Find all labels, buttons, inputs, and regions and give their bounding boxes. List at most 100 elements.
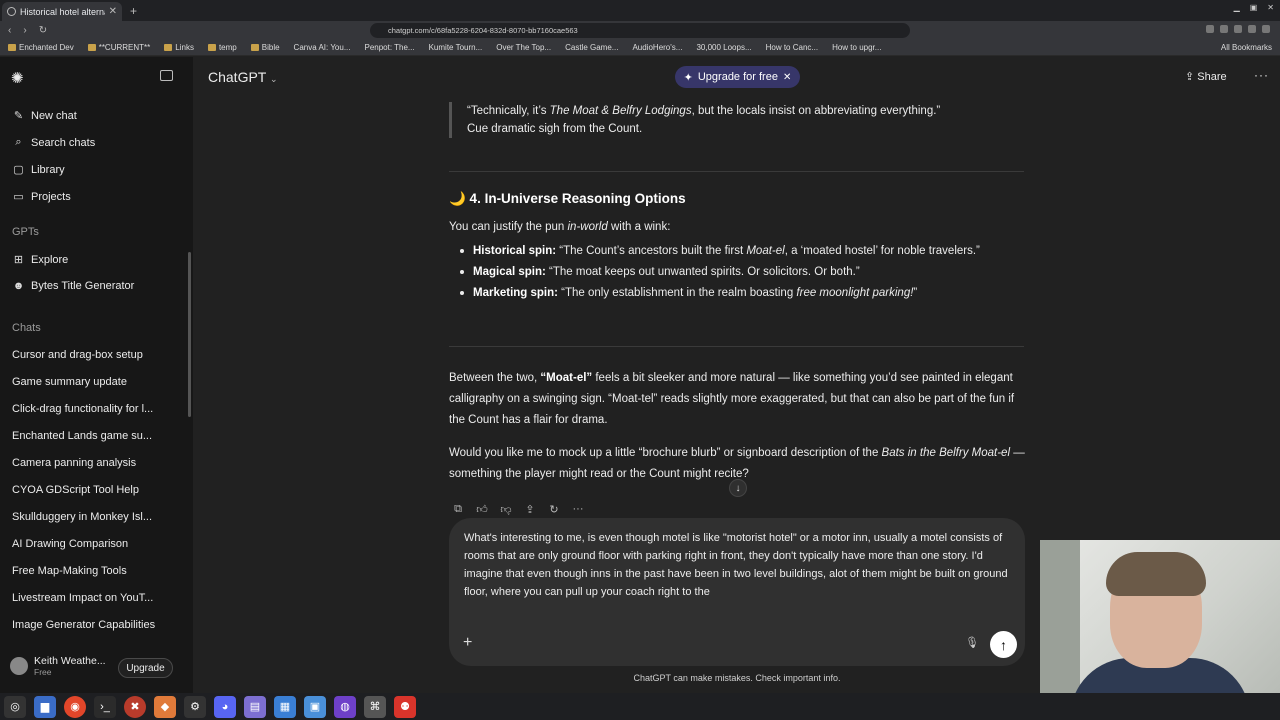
bookmark[interactable]: 30,000 Loops... <box>696 43 751 52</box>
bookmark[interactable]: AudioHero's... <box>632 43 682 52</box>
window-controls: ▁ ▣ ✕ <box>1234 3 1274 12</box>
code-editor-icon[interactable]: ⌘ <box>364 695 386 718</box>
library-icon: ▢ <box>13 164 24 176</box>
user-menu[interactable]: Keith Weathe... Free <box>10 655 106 677</box>
new-chat-icon: ✎ <box>13 110 24 122</box>
chat-history-item[interactable]: Game summary update <box>12 376 172 388</box>
message-composer[interactable]: What's interesting to me, is even though… <box>449 518 1025 666</box>
all-bookmarks[interactable]: All Bookmarks <box>1221 43 1272 52</box>
list-item: Marketing spin: “The only establishment … <box>460 283 1003 304</box>
share-icon[interactable]: ⇪ <box>523 503 537 516</box>
more-options-icon[interactable]: ··· <box>1254 68 1269 82</box>
browser-icon[interactable]: ◉ <box>64 695 86 718</box>
list-item: Historical spin: “The Count’s ancestors … <box>460 241 1003 262</box>
bookmark[interactable]: Canva AI: You... <box>294 43 351 52</box>
chat-history-item[interactable]: Click-drag functionality for l... <box>12 403 172 415</box>
discord-icon[interactable]: ◕ <box>214 695 236 718</box>
sidebar-item-bytes-title-generator[interactable]: ☻ Bytes Title Generator <box>12 280 135 292</box>
bookmark[interactable]: Bible <box>250 43 280 52</box>
sidebar-item-search-chats[interactable]: ⌕ Search chats <box>12 136 95 149</box>
microphone-icon[interactable]: 🎙︎ <box>965 636 979 649</box>
game-engine-icon[interactable]: ⚉ <box>394 695 416 718</box>
chatgpt-favicon-icon <box>7 7 16 16</box>
gpt-avatar-icon: ☻ <box>12 280 25 292</box>
maximize-icon[interactable]: ▣ <box>1250 3 1258 12</box>
bookmark[interactable]: temp <box>207 43 237 52</box>
sidebar-scrollbar[interactable] <box>188 252 191 417</box>
extension-icon[interactable] <box>1248 25 1256 33</box>
bookmark[interactable]: Links <box>164 43 194 52</box>
model-selector[interactable]: ChatGPT ⌄ <box>208 69 278 85</box>
disclaimer: ChatGPT can make mistakes. Check importa… <box>633 673 841 683</box>
thumbs-up-icon[interactable]: 👍︎ <box>475 503 489 516</box>
browser-toolbar: ‹ › ↻ chatgpt.com/c/68fa5228-6204-832d-8… <box>0 21 1280 40</box>
close-window-icon[interactable]: ✕ <box>1267 3 1274 12</box>
chat-history-item[interactable]: Enchanted Lands game su... <box>12 430 172 442</box>
browser-tab[interactable]: Historical hotel alterna ✕ <box>2 2 122 21</box>
document-icon[interactable]: ▦ <box>274 695 296 718</box>
chat-history-item[interactable]: Cursor and drag-box setup <box>12 349 172 361</box>
bookmark[interactable]: Penpot: The... <box>364 43 414 52</box>
divider <box>449 171 1024 172</box>
bookmark[interactable]: Kumite Tourn... <box>429 43 483 52</box>
close-tab-icon[interactable]: ✕ <box>109 6 117 17</box>
regenerate-icon[interactable]: ↻ <box>547 503 561 516</box>
terminal-icon[interactable]: ›_ <box>94 695 116 718</box>
more-icon[interactable]: ··· <box>571 503 585 516</box>
back-icon[interactable]: ‹ <box>8 25 11 36</box>
scroll-to-bottom-button[interactable]: ↓ <box>729 479 747 497</box>
sidebar-item-explore[interactable]: ⊞ Explore <box>12 253 68 267</box>
bookmark[interactable]: **CURRENT** <box>87 43 150 52</box>
bookmark[interactable]: How to Canc... <box>766 43 818 52</box>
chat-history-item[interactable]: Livestream Impact on YouT... <box>12 592 172 604</box>
bookmark[interactable]: Over The Top... <box>496 43 551 52</box>
sidebar-item-library[interactable]: ▢ Library <box>12 163 64 177</box>
upgrade-for-free-pill[interactable]: ✦ Upgrade for free ✕ <box>675 66 800 88</box>
file-manager-icon[interactable]: ▆ <box>34 695 56 718</box>
grid-icon: ⊞ <box>13 254 24 266</box>
extension-icon[interactable] <box>1234 25 1242 33</box>
add-attachment-icon[interactable]: + <box>463 634 472 652</box>
send-button[interactable]: ↑ <box>990 631 1017 658</box>
bookmark[interactable]: Castle Game... <box>565 43 618 52</box>
screenshot-icon[interactable]: ▣ <box>304 695 326 718</box>
app-icon[interactable]: ✖ <box>124 695 146 718</box>
sidebar-toggle-icon[interactable] <box>160 70 173 81</box>
close-icon[interactable]: ✕ <box>783 72 791 83</box>
webcam-overlay <box>1040 540 1280 693</box>
user-name: Keith Weathe... <box>34 655 106 667</box>
upgrade-button[interactable]: Upgrade <box>118 658 173 678</box>
thumbs-down-icon[interactable]: 👎︎ <box>499 503 513 516</box>
chat-history-item[interactable]: Image Generator Capabilities <box>12 619 172 631</box>
extension-icon[interactable] <box>1220 25 1228 33</box>
chat-history-item[interactable]: Camera panning analysis <box>12 457 172 469</box>
sidebar-item-projects[interactable]: ▭ Projects <box>12 190 70 204</box>
github-icon[interactable]: ◍ <box>334 695 356 718</box>
share-button[interactable]: ⇪ Share <box>1185 70 1227 83</box>
notes-icon[interactable]: ▤ <box>244 695 266 718</box>
chat-history-item[interactable]: Skullduggery in Monkey Isl... <box>12 511 172 523</box>
brave-browser-icon[interactable]: ◆ <box>154 695 176 718</box>
prompt-textarea[interactable]: What's interesting to me, is even though… <box>464 529 1016 601</box>
sidebar-item-new-chat[interactable]: ✎ New chat <box>12 109 77 123</box>
sparkle-icon: ✦ <box>683 71 693 84</box>
settings-icon[interactable]: ⚙ <box>184 695 206 718</box>
bullet-list: Historical spin: “The Count’s ancestors … <box>460 241 1003 304</box>
bookmark[interactable]: How to upgr... <box>832 43 881 52</box>
chat-history-item[interactable]: Free Map-Making Tools <box>12 565 172 577</box>
user-plan: Free <box>34 667 52 677</box>
new-tab-icon[interactable]: + <box>130 4 137 18</box>
webcam-person-hair <box>1106 552 1206 596</box>
copy-icon[interactable]: ⧉ <box>451 503 465 516</box>
minimize-icon[interactable]: ▁ <box>1234 3 1240 12</box>
url-bar[interactable]: chatgpt.com/c/68fa5228-6204-832d-8070-bb… <box>370 23 910 38</box>
chatgpt-logo-icon[interactable]: ✺ <box>11 69 24 87</box>
chat-history-item[interactable]: CYOA GDScript Tool Help <box>12 484 172 496</box>
bookmark[interactable]: Enchanted Dev <box>8 43 74 52</box>
forward-icon[interactable]: › <box>23 25 26 36</box>
chat-history-item[interactable]: AI Drawing Comparison <box>12 538 172 550</box>
extension-icon[interactable] <box>1206 25 1214 33</box>
start-menu-icon[interactable]: ◎ <box>4 695 26 718</box>
reload-icon[interactable]: ↻ <box>39 25 47 36</box>
extension-icon[interactable] <box>1262 25 1270 33</box>
